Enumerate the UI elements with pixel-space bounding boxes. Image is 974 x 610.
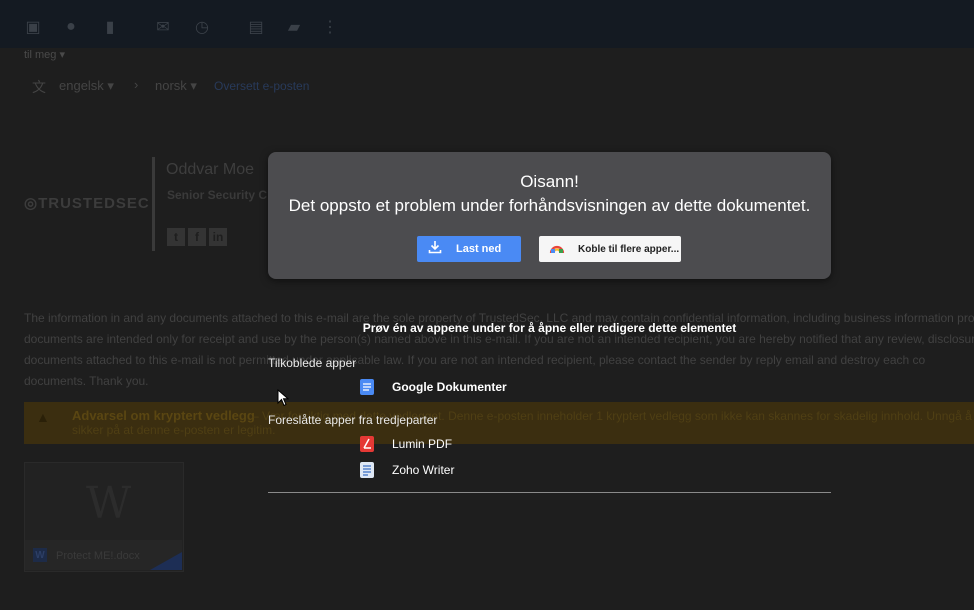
download-label: Last ned: [456, 243, 502, 255]
translate-from-dropdown[interactable]: engelsk ▾: [59, 78, 114, 94]
signature-title: Senior Security C: [167, 188, 268, 202]
linkedin-icon[interactable]: in: [209, 228, 227, 246]
warning-title: Advarsel om kryptert vedlegg: [72, 408, 255, 423]
attachment-name: Protect ME!.docx: [56, 550, 140, 562]
twitter-icon[interactable]: t: [167, 228, 185, 246]
app-name: Zoho Writer: [392, 463, 455, 477]
lumin-pdf-icon: [360, 436, 374, 452]
attachment-preview: W: [86, 478, 132, 529]
warning-text-line2: sikker på at denne e-posten er legitim.: [72, 423, 276, 437]
mark-unread-icon[interactable]: ✉: [152, 16, 174, 38]
recipient-dropdown[interactable]: til meg ▾: [24, 48, 65, 61]
connect-apps-label: Koble til flere apper...: [578, 243, 680, 255]
suggested-apps-label: Foreslåtte apper fra tredjeparter: [268, 413, 438, 427]
mouse-cursor-icon: [277, 388, 290, 412]
app-name: Google Dokumenter: [392, 380, 507, 394]
apps-section-title: Prøv én av appene under for å åpne eller…: [362, 321, 737, 335]
label-icon[interactable]: ▰: [283, 16, 305, 38]
app-google-docs[interactable]: Google Dokumenter: [360, 378, 507, 396]
connect-more-apps-button[interactable]: Koble til flere apper...: [539, 236, 681, 262]
attachment-corner-fold: [150, 552, 182, 570]
translate-icon: 文: [32, 79, 46, 95]
move-to-icon[interactable]: ▤: [245, 16, 267, 38]
download-button[interactable]: Last ned: [417, 236, 521, 262]
divider: [268, 492, 831, 493]
signature-divider: [152, 157, 155, 251]
translate-email-link[interactable]: Oversett e-posten: [214, 79, 309, 93]
report-spam-icon[interactable]: ●: [60, 16, 82, 38]
google-docs-icon: [360, 379, 374, 395]
warning-icon: ▲: [36, 409, 50, 425]
toolbar: [0, 0, 974, 48]
app-zoho-writer[interactable]: Zoho Writer: [360, 461, 454, 479]
snooze-icon[interactable]: ◷: [191, 16, 213, 38]
facebook-icon[interactable]: f: [188, 228, 206, 246]
download-icon: [428, 240, 442, 259]
error-title: Oisann!: [520, 172, 579, 191]
signature-name: Oddvar Moe: [166, 161, 255, 178]
translate-to-dropdown[interactable]: norsk ▾: [155, 78, 197, 94]
chevron-right-icon: ›: [134, 77, 139, 92]
trustedsec-logo: ◎TRUSTEDSEC: [24, 195, 150, 212]
archive-icon[interactable]: ▣: [22, 16, 44, 38]
zoho-writer-icon: [360, 462, 374, 478]
more-icon[interactable]: ⋮: [319, 16, 341, 38]
connect-apps-icon: [549, 240, 565, 259]
app-lumin-pdf[interactable]: Lumin PDF: [360, 435, 452, 453]
error-message: Det oppsto et problem under forhåndsvisn…: [288, 196, 811, 215]
word-file-icon: W: [33, 548, 47, 562]
app-name: Lumin PDF: [392, 437, 453, 451]
connected-apps-label: Tilkoblede apper: [268, 356, 357, 370]
delete-icon[interactable]: ▮: [99, 16, 121, 38]
